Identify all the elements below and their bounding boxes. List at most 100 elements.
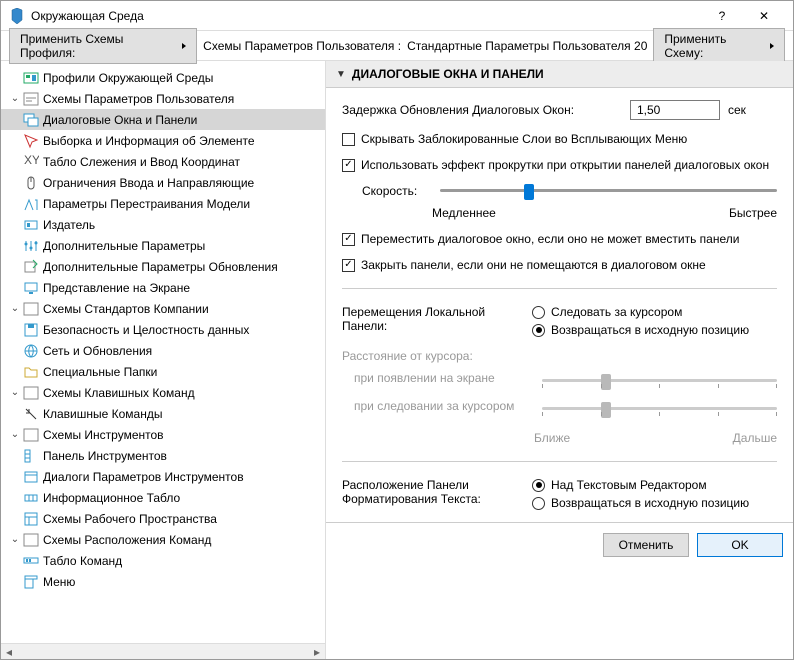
tree-item-user-schemes[interactable]: ⌄Схемы Параметров Пользователя — [1, 88, 325, 109]
nav-tree[interactable]: Профили Окружающей Среды ⌄Схемы Параметр… — [1, 61, 325, 643]
tree-item-security[interactable]: Безопасность и Целостность данных — [1, 319, 325, 340]
commandboard-icon — [23, 553, 39, 569]
tree-item-constraints[interactable]: Ограничения Ввода и Направляющие — [1, 172, 325, 193]
use-scroll-checkbox[interactable]: Использовать эффект прокрутки при открыт… — [342, 158, 777, 172]
folder-icon — [23, 385, 39, 401]
horizontal-scrollbar[interactable]: ◂ ▸ — [1, 643, 325, 659]
mouse-icon — [23, 175, 39, 191]
speed-label: Скорость: — [362, 184, 432, 198]
tree-item-updateparams[interactable]: Дополнительные Параметры Обновления — [1, 256, 325, 277]
dialogs-icon — [23, 112, 39, 128]
update-icon — [23, 259, 39, 275]
closer-label: Ближе — [534, 431, 570, 445]
folder-icon — [23, 427, 39, 443]
app-icon — [9, 8, 25, 24]
save-icon — [23, 322, 39, 338]
tree-item-workspace[interactable]: Схемы Рабочего Пространства — [1, 508, 325, 529]
menu-icon — [23, 574, 39, 590]
tree-item-addparams[interactable]: Дополнительные Параметры — [1, 235, 325, 256]
radio-icon — [532, 497, 545, 510]
dialogs-icon — [23, 469, 39, 485]
local-panel-label: Перемещения Локальной Панели: — [342, 305, 512, 337]
xyz-icon: XYZ — [23, 154, 39, 170]
section-header[interactable]: ▼ ДИАЛОГОВЫЕ ОКНА И ПАНЕЛИ — [326, 61, 793, 88]
toolbar-icon — [23, 448, 39, 464]
tree-item-tracker[interactable]: XYZТабло Слежения и Ввод Координат — [1, 151, 325, 172]
rebuild-icon — [23, 196, 39, 212]
tree-item-menu[interactable]: Меню — [1, 571, 325, 592]
chevron-right-icon — [182, 43, 186, 49]
display-icon — [23, 280, 39, 296]
scroll-left-button[interactable]: ◂ — [1, 644, 17, 659]
tree-item-folders[interactable]: Специальные Папки — [1, 361, 325, 382]
folder-icon — [23, 91, 39, 107]
folder-icon — [23, 301, 39, 317]
close-panels-checkbox[interactable]: Закрыть панели, если они не помещаются в… — [342, 258, 777, 272]
cursor-dist-label: Расстояние от курсора: — [342, 349, 777, 363]
delay-input[interactable] — [630, 100, 720, 120]
ok-button[interactable]: OK — [697, 533, 783, 557]
tree-item-keyboardschemes[interactable]: ⌄Схемы Клавишных Команд — [1, 382, 325, 403]
tree-item-infoboard[interactable]: Информационное Табло — [1, 487, 325, 508]
help-button[interactable]: ? — [701, 2, 743, 30]
slider-thumb[interactable] — [524, 184, 534, 200]
radio-icon — [532, 479, 545, 492]
delay-unit: сек — [728, 103, 746, 117]
apply-profile-button[interactable]: Применить Схемы Профиля: — [9, 28, 197, 64]
publisher-icon — [23, 217, 39, 233]
slower-label: Медленнее — [432, 206, 496, 220]
radio-icon — [532, 324, 545, 337]
infoboard-icon — [23, 490, 39, 506]
profiles-icon — [23, 70, 39, 86]
tree-item-selection[interactable]: Выборка и Информация об Элементе — [1, 130, 325, 151]
tree-item-profiles[interactable]: Профили Окружающей Среды — [1, 67, 325, 88]
checkbox-icon — [342, 259, 355, 272]
tree-item-commandboard[interactable]: Табло Команд — [1, 550, 325, 571]
close-button[interactable]: ✕ — [743, 2, 785, 30]
tree-item-publisher[interactable]: Издатель — [1, 214, 325, 235]
speed-slider[interactable] — [440, 189, 777, 192]
text-panel-label: Расположение Панели Форматирования Текст… — [342, 478, 512, 510]
on-screen-slider — [542, 379, 777, 382]
apply-scheme-button[interactable]: Применить Схему: — [653, 28, 785, 64]
collapse-icon: ▼ — [336, 69, 346, 80]
faster-label: Быстрее — [729, 206, 777, 220]
tree-item-display[interactable]: Представление на Экране — [1, 277, 325, 298]
hide-locked-checkbox[interactable]: Скрывать Заблокированные Слои во Всплыва… — [342, 132, 777, 146]
on-follow-slider — [542, 407, 777, 410]
return-pos2-radio[interactable]: Возвращаться в исходную позицию — [532, 496, 749, 510]
cancel-button[interactable]: Отменить — [603, 533, 689, 557]
radio-icon — [532, 306, 545, 319]
select-icon — [23, 133, 39, 149]
checkbox-icon — [342, 133, 355, 146]
tree-item-tooldialogs[interactable]: Диалоги Параметров Инструментов — [1, 466, 325, 487]
move-dialog-checkbox[interactable]: Переместить диалоговое окно, если оно не… — [342, 232, 777, 246]
user-params-label: Схемы Параметров Пользователя : — [203, 39, 401, 53]
tree-item-rebuild[interactable]: Параметры Перестраивания Модели — [1, 193, 325, 214]
checkbox-icon — [342, 159, 355, 172]
folder-icon — [23, 532, 39, 548]
farther-label: Дальше — [733, 431, 777, 445]
sliders-icon — [23, 238, 39, 254]
folder-icon — [23, 364, 39, 380]
globe-icon — [23, 343, 39, 359]
user-params-value: Стандартные Параметры Пользователя 20 — [407, 39, 647, 53]
tree-item-toolschemes[interactable]: ⌄Схемы Инструментов — [1, 424, 325, 445]
return-pos-radio[interactable]: Возвращаться в исходную позицию — [532, 323, 749, 337]
tree-item-commandschemes[interactable]: ⌄Схемы Расположения Команд — [1, 529, 325, 550]
workspace-icon — [23, 511, 39, 527]
tree-item-company[interactable]: ⌄Схемы Стандартов Компании — [1, 298, 325, 319]
delay-label: Задержка Обновления Диалоговых Окон: — [342, 103, 622, 117]
above-editor-radio[interactable]: Над Текстовым Редактором — [532, 478, 749, 492]
chevron-right-icon — [770, 43, 774, 49]
follow-cursor-radio[interactable]: Следовать за курсором — [532, 305, 749, 319]
svg-text:XYZ: XYZ — [24, 154, 39, 167]
tree-item-toolbar[interactable]: Панель Инструментов — [1, 445, 325, 466]
scroll-right-button[interactable]: ▸ — [309, 644, 325, 659]
checkbox-icon — [342, 233, 355, 246]
tree-item-network[interactable]: Сеть и Обновления — [1, 340, 325, 361]
tree-item-dialogs[interactable]: Диалоговые Окна и Панели — [1, 109, 325, 130]
window-title: Окружающая Среда — [31, 9, 701, 23]
tree-item-keyboardcmds[interactable]: Клавишные Команды — [1, 403, 325, 424]
keyboard-icon — [23, 406, 39, 422]
